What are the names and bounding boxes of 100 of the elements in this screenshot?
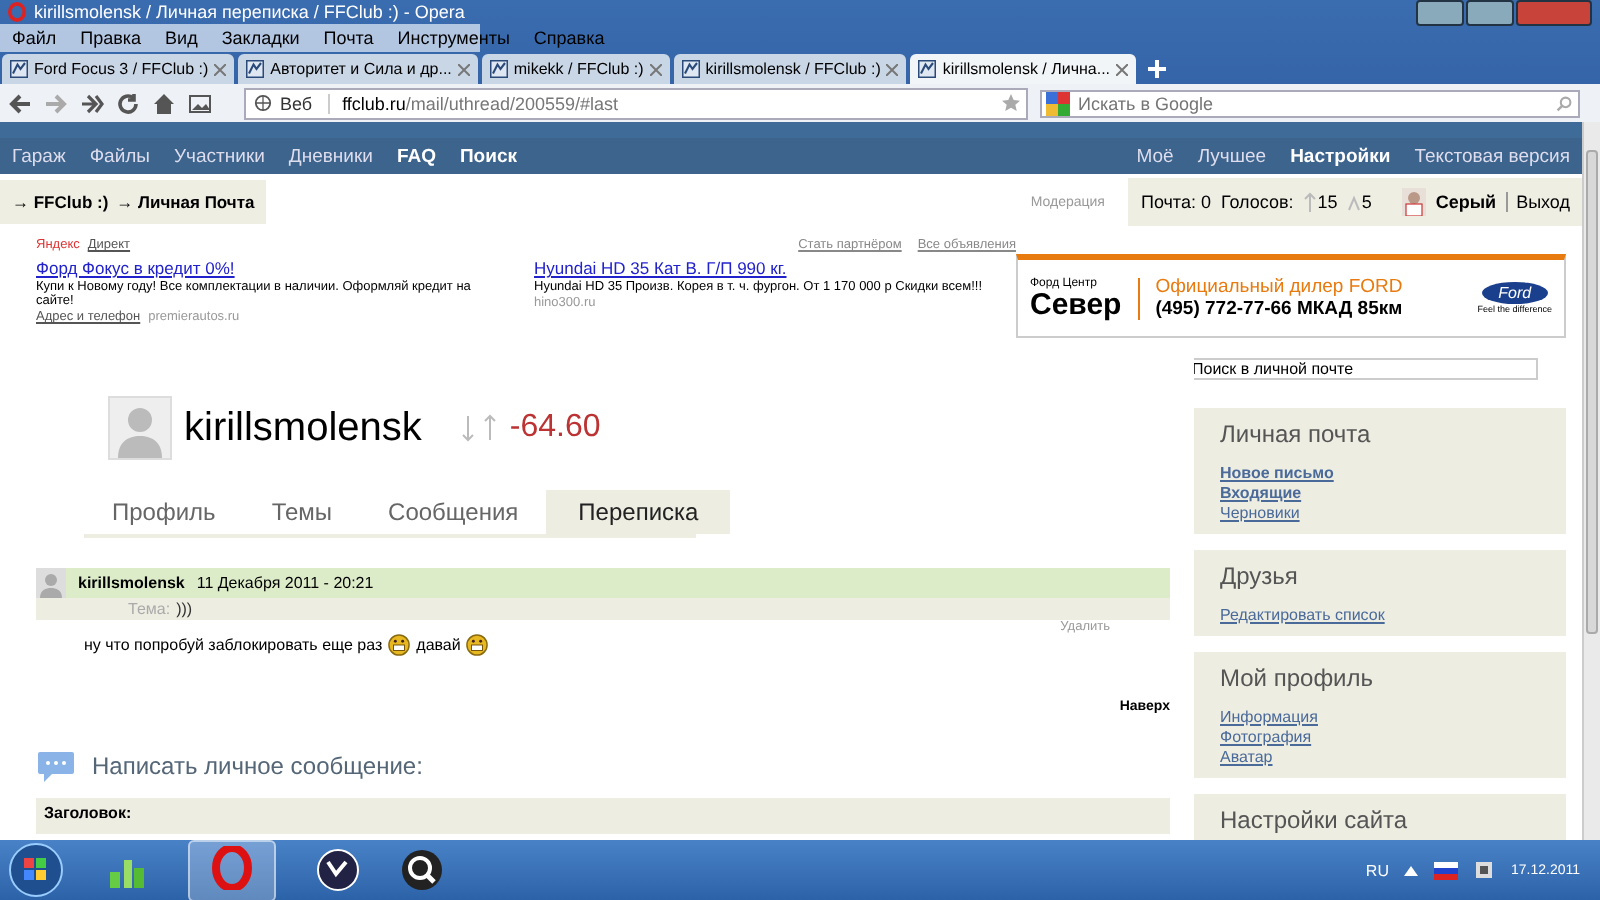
profile-username: kirillsmolensk (184, 405, 422, 451)
menu-item[interactable]: Закладки (209, 24, 312, 52)
nav-link[interactable]: Моё (1136, 145, 1174, 167)
caret-icon[interactable] (1404, 865, 1419, 875)
close-icon[interactable] (649, 63, 662, 75)
banner-brand: Север (1030, 289, 1122, 319)
star-icon[interactable] (1002, 94, 1020, 112)
mail-search-field[interactable]: Поиск в личной почте (1194, 358, 1538, 380)
close-button[interactable] (1516, 0, 1592, 25)
votes-up: 15 (1317, 192, 1338, 212)
panel-title: Друзья (1220, 562, 1300, 590)
subject-label: Тема: (128, 600, 171, 618)
fast-forward-icon[interactable] (80, 91, 104, 115)
up-arrow-icon (1303, 192, 1316, 212)
reload-icon[interactable] (116, 91, 140, 115)
username-link[interactable]: Серый (1435, 192, 1497, 212)
image-icon[interactable] (188, 91, 212, 115)
mail-count[interactable]: Почта: 0 (1140, 192, 1211, 212)
message-subject: ))) (176, 600, 193, 618)
menu-item[interactable]: Вид (153, 24, 210, 52)
nav-link[interactable]: Лучшее (1197, 145, 1267, 167)
address-field[interactable]: Веб ffclub.ru/mail/uthread/200559/#last (244, 87, 1028, 119)
message-author[interactable]: kirillsmolensk (78, 574, 185, 592)
browser-tab[interactable]: Авторитет и Сила и др... (238, 54, 478, 84)
votes-power: 5 (1361, 192, 1372, 212)
nav-link[interactable]: Файлы (89, 145, 151, 167)
browser-tab[interactable]: mikekk / FFClub :) (481, 54, 670, 84)
sidebar-link[interactable]: Черновики (1220, 504, 1550, 522)
sidebar-link[interactable]: Входящие (1220, 484, 1550, 502)
new-tab-icon[interactable] (1148, 60, 1167, 78)
profile-tab[interactable]: Профиль (84, 490, 244, 534)
profile-tab[interactable]: Сообщения (360, 490, 547, 534)
ad-title-link[interactable]: Форд Фокус в кредит 0%! (36, 258, 506, 278)
nav-link[interactable]: FAQ (396, 145, 436, 167)
magnifier-icon[interactable] (400, 848, 444, 892)
nav-link[interactable]: Поиск (459, 145, 517, 167)
nav-link[interactable]: Участники (174, 145, 265, 167)
app-icon[interactable] (316, 848, 360, 892)
taskbar-app-button[interactable] (188, 839, 276, 900)
breadcrumb-link[interactable]: → FFClub :) (12, 192, 109, 212)
browser-tab[interactable]: kirillsmolensk / Лична... (910, 54, 1137, 84)
sidebar-link[interactable]: Фотография (1220, 728, 1550, 746)
menu-item[interactable]: Файл (0, 24, 69, 52)
browser-tab[interactable]: kirillsmolensk / FFClub :) (673, 54, 907, 84)
opera-icon (210, 845, 254, 889)
votes-label: Голосов: (1220, 192, 1294, 212)
profile-rating: -64.60 (509, 410, 601, 446)
banner-headline: Официальный дилер FORD (1155, 276, 1405, 298)
search-field[interactable]: Искать в Google (1040, 89, 1580, 117)
maximize-button[interactable] (1466, 0, 1514, 25)
flag-icon[interactable] (1434, 861, 1459, 879)
site-icon (918, 60, 937, 78)
profile-tab[interactable]: Переписка (546, 490, 731, 534)
language-indicator[interactable]: RU (1365, 861, 1389, 879)
ad-title-link[interactable]: Hyundai HD 35 Кат В. Г/П 990 кг. (534, 258, 1004, 278)
opera-logo-icon (8, 2, 26, 22)
close-icon[interactable] (1116, 63, 1129, 75)
logout-link[interactable]: Выход (1506, 192, 1570, 212)
sidebar-link[interactable]: Аватар (1220, 748, 1550, 766)
subject-field-label: Заголовок: (44, 804, 132, 822)
sidebar-link[interactable]: Новое письмо (1220, 464, 1550, 482)
close-icon[interactable] (214, 63, 227, 75)
profile-tab[interactable]: Темы (243, 490, 361, 534)
minimize-button[interactable] (1416, 0, 1464, 25)
panel-title: Настройки сайта (1220, 806, 1410, 834)
close-icon[interactable] (886, 63, 899, 75)
emoticon-icon (388, 634, 411, 656)
panel-title: Личная почта (1220, 420, 1373, 448)
site-icon (10, 60, 28, 78)
sidebar-link[interactable]: Информация (1220, 708, 1550, 726)
avatar-icon (108, 396, 172, 460)
menu-item[interactable]: Инструменты (385, 24, 522, 52)
close-icon[interactable] (457, 63, 470, 75)
browser-tab[interactable]: Ford Focus 3 / FFClub :) (2, 54, 235, 84)
nav-link[interactable]: Настройки (1290, 145, 1391, 167)
window-title: kirillsmolensk / Личная переписка / FFClub :) - Opera (34, 2, 467, 22)
nav-link[interactable]: Дневники (288, 145, 373, 167)
message-text: давай (416, 636, 461, 654)
site-icon (681, 60, 700, 78)
user-avatar-icon (1401, 188, 1426, 216)
scrollbar[interactable] (1582, 122, 1600, 840)
site-icon (246, 60, 265, 78)
device-icon[interactable] (1474, 860, 1495, 880)
menu-item[interactable]: Правка (68, 24, 154, 52)
start-button[interactable] (8, 842, 64, 898)
panel-title: Мой профиль (1220, 664, 1376, 692)
globe-icon (254, 94, 272, 112)
back-icon[interactable] (8, 91, 32, 115)
home-icon[interactable] (152, 91, 176, 115)
site-icon (489, 60, 508, 78)
compose-title: Написать личное сообщение: (92, 752, 423, 780)
nav-link[interactable]: Текстовая версия (1414, 145, 1570, 167)
nav-link[interactable]: Гараж (12, 145, 66, 167)
breadcrumb-link[interactable]: → Личная Почта (116, 192, 255, 212)
menu-item[interactable]: Справка (521, 24, 617, 52)
message-text: ну что попробуй заблокировать еще раз (84, 636, 383, 654)
menu-item[interactable]: Почта (311, 24, 386, 52)
avatar-icon (36, 568, 66, 598)
speech-bubble-icon (36, 750, 76, 782)
sidebar-link[interactable]: Редактировать список (1220, 606, 1550, 624)
